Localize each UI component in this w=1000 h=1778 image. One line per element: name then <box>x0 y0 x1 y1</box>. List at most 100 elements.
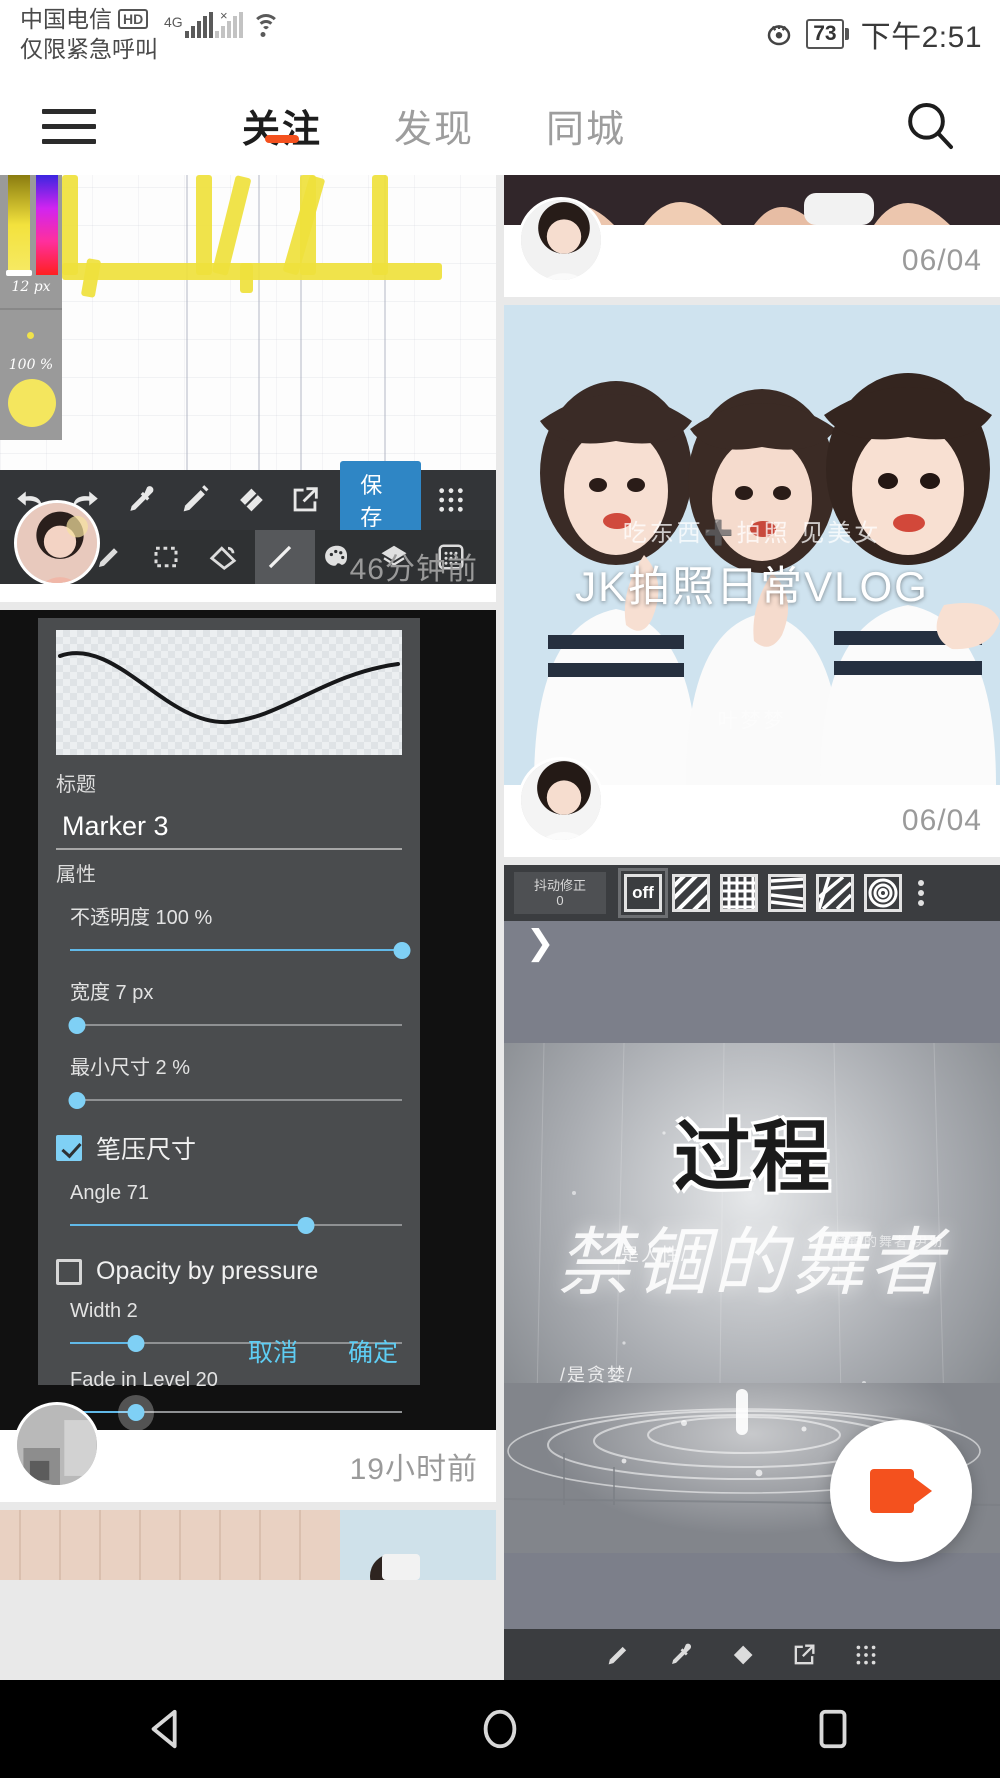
editor-bottom-toolbar[interactable] <box>504 1629 1000 1680</box>
slider-fade-in[interactable] <box>70 1395 402 1430</box>
wifi-icon <box>251 12 281 38</box>
tab-nearby[interactable]: 同城 <box>534 98 638 153</box>
tab-active-indicator <box>265 135 299 143</box>
hue-slider[interactable] <box>36 175 58 275</box>
slider-row-opacity[interactable]: 不透明度 100 % <box>70 901 411 960</box>
horizontal-stripes-icon[interactable] <box>768 874 806 912</box>
brush-settings-dialog[interactable]: 标题 Marker 3 属性 不透明度 100 % 宽度 7 px 最小尺寸 2… <box>38 618 420 1430</box>
symmetry-off-label: off <box>632 883 654 902</box>
avatar[interactable] <box>518 757 604 843</box>
brush-name-field[interactable]: Marker 3 <box>56 811 402 842</box>
search-icon[interactable] <box>902 98 958 154</box>
tab-discover[interactable]: 发现 <box>382 98 486 153</box>
slider-row-width-px[interactable]: 宽度 7 px <box>68 976 402 1035</box>
checkbox-row-pressure-size[interactable]: 笔压尺寸 <box>56 1130 402 1166</box>
pencil-icon[interactable] <box>175 478 214 522</box>
export-icon[interactable] <box>786 1637 822 1673</box>
line-tool-icon[interactable] <box>263 537 298 577</box>
back-triangle-icon[interactable] <box>138 1700 196 1758</box>
slider-row-min-size[interactable]: 最小尺寸 2 % <box>68 1051 402 1110</box>
checkbox-opacity-by-pressure[interactable] <box>56 1258 82 1285</box>
eraser-icon[interactable] <box>230 478 269 522</box>
signal-bars-secondary-icon <box>214 12 243 38</box>
hamburger-menu-icon[interactable] <box>42 108 96 144</box>
confirm-button[interactable]: 确定 <box>348 1333 398 1369</box>
color-value-slider[interactable] <box>8 175 30 275</box>
color-preview-swatch[interactable] <box>8 379 56 427</box>
slider-label-angle: Angle 71 <box>70 1182 149 1204</box>
feed-card-sketch[interactable]: 12 px 100 % 保存 46分钟前 <box>0 175 496 602</box>
feed-card-dance-editor[interactable]: 抖动修正 0 off ❯ 过程 禁锢的舞者 /是人性/ /是贪婪/ 禁锢的舞者 … <box>504 865 1000 1680</box>
slider-width-px[interactable] <box>68 1015 402 1035</box>
brush-icon[interactable] <box>600 1637 636 1673</box>
feed-card-partial-top[interactable]: 06/04 <box>504 175 1000 297</box>
feed-card-jk-vlog[interactable]: 吃东西➕拍照 见美女 JK拍照日常VLOG 叶梦梦 06/04 <box>504 305 1000 857</box>
card-footer-brush: 19小时前 <box>0 1402 496 1502</box>
timestamp: 19小时前 <box>349 1453 478 1486</box>
brush-name-underline <box>56 848 402 850</box>
cancel-button[interactable]: 取消 <box>248 1333 298 1369</box>
recents-square-icon[interactable] <box>804 1700 862 1758</box>
status-bar: 中国电信 HD 仅限紧急呼叫 4G × 73 下午2:51 <box>0 0 1000 76</box>
feed-grid[interactable]: 12 px 100 % 保存 46分钟前 标题 Marker 3 属性 不透明度… <box>0 175 1000 1680</box>
slider-row-angle[interactable]: Angle 71 <box>70 1182 402 1235</box>
size-slider-handle[interactable] <box>6 270 32 276</box>
diagonal-stripes-icon[interactable] <box>672 874 710 912</box>
slider-label-fade-in: Fade in Level 20 <box>70 1369 218 1391</box>
tab-bar: 关注 发现 同城 <box>230 76 638 175</box>
network-type-label: 4G <box>164 14 183 30</box>
checkbox-pressure-size[interactable] <box>56 1135 82 1161</box>
timestamp: 06/04 <box>901 244 982 277</box>
stabilizer-label: 抖动修正 <box>533 878 586 893</box>
grid-menu-icon[interactable] <box>431 478 470 522</box>
overflow-menu-icon[interactable] <box>918 880 924 906</box>
create-video-fab[interactable] <box>830 1420 972 1562</box>
properties-label: 属性 <box>56 864 96 886</box>
slider-angle[interactable] <box>70 1215 402 1235</box>
eyedropper-icon[interactable] <box>662 1637 698 1673</box>
radial-stripes-icon[interactable] <box>816 874 854 912</box>
slider-row-fade-in[interactable]: Fade in Level 20 <box>70 1369 402 1430</box>
stabilizer-chip[interactable]: 抖动修正 0 <box>514 872 606 914</box>
battery-level: 73 <box>806 19 844 49</box>
title-section-label: 标题 <box>56 774 96 796</box>
card-footer-jk: 06/04 <box>504 757 1000 857</box>
carrier-row: 中国电信 HD <box>20 4 158 34</box>
tab-following[interactable]: 关注 <box>230 98 334 153</box>
marquee-select-icon[interactable] <box>149 537 184 577</box>
carrier-name: 中国电信 <box>20 6 112 32</box>
eraser-icon[interactable] <box>724 1637 760 1673</box>
shape-icon[interactable] <box>206 537 241 577</box>
system-navigation-bar <box>0 1680 1000 1778</box>
avatar[interactable] <box>518 197 604 283</box>
symmetry-off-icon[interactable]: off <box>618 868 668 918</box>
checkbox-label-opacity-pressure: Opacity by pressure <box>96 1257 319 1285</box>
status-bar-left: 中国电信 HD 仅限紧急呼叫 4G × <box>20 4 281 64</box>
eyedropper-icon[interactable] <box>120 478 159 522</box>
tab-following-label: 关注 <box>242 109 323 151</box>
overlay-subtitle: 吃东西➕拍照 见美女 <box>622 520 882 547</box>
sketch-app-screenshot: 12 px 100 % 保存 <box>0 175 496 530</box>
checkbox-row-opacity-pressure[interactable]: Opacity by pressure <box>56 1257 402 1286</box>
concentric-circles-icon[interactable] <box>864 874 902 912</box>
home-circle-icon[interactable] <box>471 1700 529 1758</box>
avatar[interactable] <box>14 1402 100 1488</box>
feed-card-brush-dialog[interactable]: 标题 Marker 3 属性 不透明度 100 % 宽度 7 px 最小尺寸 2… <box>0 610 496 1502</box>
slider-min-size[interactable] <box>68 1090 402 1110</box>
watermark: 叶梦梦 <box>717 710 787 732</box>
brush-title-section: 标题 Marker 3 <box>56 768 402 850</box>
grid-symmetry-icon[interactable] <box>720 874 758 912</box>
card-footer-partial-top: 06/04 <box>504 197 1000 297</box>
chevron-right-icon[interactable]: ❯ <box>526 923 555 963</box>
editor-top-toolbar[interactable]: 抖动修正 0 off <box>504 865 1000 921</box>
slider-label-width-px: 宽度 7 px <box>70 982 154 1004</box>
sketch-tool-rail[interactable]: 12 px 100 % <box>0 175 62 440</box>
peek-image-left <box>0 1510 496 1580</box>
slider-opacity[interactable] <box>70 940 411 960</box>
save-button[interactable]: 保存 <box>340 461 421 530</box>
canvas-tag-1: /是人性/ <box>614 1245 689 1265</box>
avatar[interactable] <box>14 500 100 586</box>
feed-card-peek-left[interactable] <box>0 1510 496 1580</box>
export-icon[interactable] <box>285 478 324 522</box>
grid-menu-icon[interactable] <box>848 1637 884 1673</box>
